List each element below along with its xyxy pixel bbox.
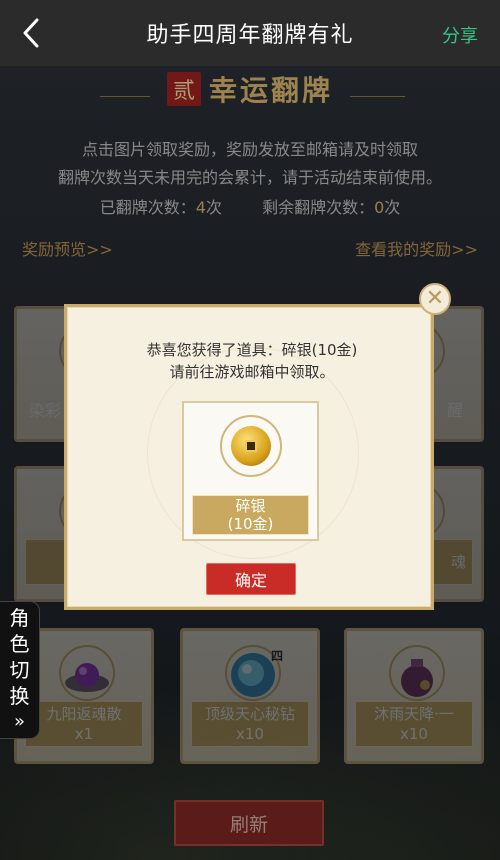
double-chevron-right-icon: » xyxy=(13,711,25,732)
page-title: 助手四周年翻牌有礼 xyxy=(146,23,354,48)
reward-item-qty: (10金) xyxy=(227,515,274,533)
reward-item-name: 碎银 xyxy=(235,497,266,515)
confirm-button[interactable]: 确定 xyxy=(206,563,296,595)
coin-hole xyxy=(245,440,257,452)
close-icon[interactable]: ✕ xyxy=(419,283,451,315)
role-switch-char: 切 xyxy=(9,658,30,682)
back-button[interactable] xyxy=(16,16,46,50)
reward-dialog: 恭喜您获得了道具：碎银(10金) 请前往游戏邮箱中领取。 碎银 (10金) 确定 xyxy=(64,304,434,610)
role-switch-char: 角 xyxy=(9,606,30,630)
reward-label: 碎银 (10金) xyxy=(192,495,309,535)
role-switch-tab[interactable]: 角 色 切 换 » xyxy=(0,601,40,739)
chevron-left-icon xyxy=(23,18,39,48)
dialog-message-line-2: 请前往游戏邮箱中领取。 xyxy=(169,363,335,381)
reward-icon-ring xyxy=(220,415,282,477)
top-bar: 助手四周年翻牌有礼 分享 xyxy=(0,0,500,66)
dialog-message-line-1: 恭喜您获得了道具：碎银(10金) xyxy=(146,341,358,359)
share-button[interactable]: 分享 xyxy=(442,22,478,48)
reward-item-card: 碎银 (10金) xyxy=(182,401,319,541)
role-switch-char: 换 xyxy=(9,684,30,708)
coin-icon xyxy=(231,426,271,466)
role-switch-char: 色 xyxy=(9,632,30,656)
